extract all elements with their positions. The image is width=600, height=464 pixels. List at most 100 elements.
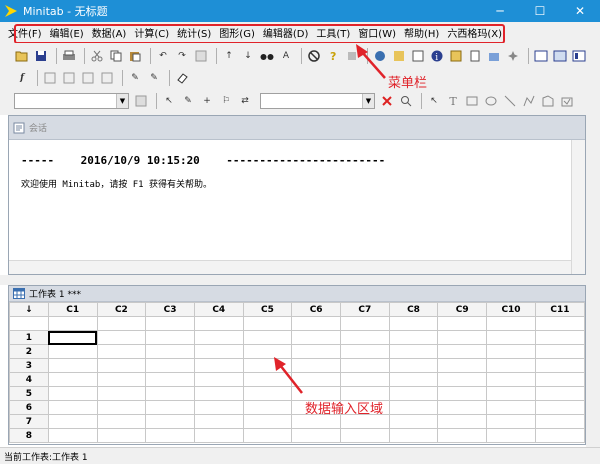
redo-icon[interactable]: ↷ xyxy=(174,48,190,64)
data-cell[interactable] xyxy=(193,400,244,415)
data-cell[interactable] xyxy=(96,386,147,401)
data-cell[interactable] xyxy=(193,414,244,429)
data-cell[interactable] xyxy=(486,344,536,359)
move-columns-icon[interactable] xyxy=(99,70,115,86)
polyline-tool-icon[interactable] xyxy=(521,93,537,109)
insert-columns-icon[interactable] xyxy=(80,70,96,86)
data-cell[interactable] xyxy=(96,344,147,359)
related-docs-icon[interactable] xyxy=(486,48,502,64)
data-cell[interactable] xyxy=(47,358,98,373)
column-name-cell[interactable] xyxy=(145,316,195,331)
close-button[interactable]: ✕ xyxy=(560,0,600,22)
data-cell[interactable] xyxy=(242,386,293,401)
data-cell[interactable] xyxy=(291,344,341,359)
column-name-cell[interactable] xyxy=(534,316,585,331)
show-session-icon[interactable] xyxy=(533,48,549,64)
report-pad-icon[interactable] xyxy=(467,48,483,64)
cut-icon[interactable] xyxy=(89,48,105,64)
data-cell[interactable] xyxy=(291,358,341,373)
show-worksheets-icon[interactable] xyxy=(552,48,568,64)
data-cell[interactable] xyxy=(486,400,536,415)
menu-help[interactable]: 帮助(H) xyxy=(400,25,443,40)
data-cell[interactable] xyxy=(145,386,195,401)
data-cell[interactable] xyxy=(145,358,195,373)
arrow-up-icon[interactable]: ↑ xyxy=(221,48,237,64)
column-name-cell[interactable] xyxy=(193,316,244,331)
data-cell[interactable] xyxy=(388,414,439,429)
row-header-8[interactable]: 8 xyxy=(9,428,49,443)
text-tool-icon[interactable]: T xyxy=(445,93,461,109)
data-cell[interactable] xyxy=(388,372,439,387)
project-manager-icon[interactable] xyxy=(391,48,407,64)
edit-graph-item-icon[interactable] xyxy=(133,93,149,109)
data-cell[interactable] xyxy=(534,344,585,359)
design-icon[interactable] xyxy=(505,48,521,64)
annotation-combo[interactable]: ▼ xyxy=(260,93,375,109)
row-header-7[interactable]: 7 xyxy=(9,414,49,429)
rectangle-tool-icon[interactable] xyxy=(464,93,480,109)
data-cell[interactable] xyxy=(242,400,293,415)
eraser-icon[interactable] xyxy=(174,70,190,86)
data-cell[interactable] xyxy=(437,372,488,387)
column-name-cell[interactable] xyxy=(437,316,488,331)
undo-icon[interactable]: ↶ xyxy=(155,48,171,64)
copy-icon[interactable] xyxy=(108,48,124,64)
data-cell[interactable] xyxy=(242,428,293,443)
menu-stat[interactable]: 统计(S) xyxy=(173,25,215,40)
data-cell[interactable] xyxy=(534,400,585,415)
row-header-1[interactable]: 1 xyxy=(9,330,49,345)
menu-six-sigma[interactable]: 六西格玛(X) xyxy=(443,25,506,40)
column-header-c7[interactable]: C7 xyxy=(339,302,390,317)
data-cell[interactable] xyxy=(339,358,390,373)
edit-last-dialog-icon[interactable] xyxy=(193,48,209,64)
data-cell[interactable] xyxy=(145,414,195,429)
menu-window[interactable]: 窗口(W) xyxy=(354,25,400,40)
data-cell[interactable] xyxy=(291,372,341,387)
data-cell[interactable] xyxy=(486,386,536,401)
open-icon[interactable] xyxy=(14,48,30,64)
crosshair-icon[interactable]: + xyxy=(199,93,215,109)
data-cell[interactable] xyxy=(242,344,293,359)
help-icon[interactable]: ? xyxy=(325,48,341,64)
data-cell[interactable] xyxy=(486,330,536,345)
column-header-c1[interactable]: C1 xyxy=(47,302,98,317)
cancel-icon[interactable] xyxy=(306,48,322,64)
column-name-cell[interactable] xyxy=(388,316,439,331)
data-cell[interactable] xyxy=(388,400,439,415)
save-icon[interactable] xyxy=(33,48,49,64)
show-graphs-icon[interactable] xyxy=(571,48,587,64)
minimize-button[interactable]: ─ xyxy=(480,0,520,22)
data-cell[interactable] xyxy=(486,428,536,443)
data-cell[interactable] xyxy=(242,358,293,373)
column-header-c10[interactable]: C10 xyxy=(486,302,536,317)
data-cell[interactable] xyxy=(96,400,147,415)
data-cell[interactable] xyxy=(534,358,585,373)
data-cell[interactable] xyxy=(437,428,488,443)
insert-cells-icon[interactable] xyxy=(42,70,58,86)
data-cell[interactable] xyxy=(193,330,244,345)
data-cell[interactable] xyxy=(96,428,147,443)
data-cell[interactable] xyxy=(47,428,98,443)
column-header-c3[interactable]: C3 xyxy=(145,302,195,317)
flag-icon[interactable]: ⚐ xyxy=(218,93,234,109)
set-id-variables-icon[interactable]: ✎ xyxy=(146,70,162,86)
zoom-icon[interactable] xyxy=(398,93,414,109)
session-window-icon[interactable] xyxy=(372,48,388,64)
column-name-cell[interactable] xyxy=(486,316,536,331)
data-cell[interactable] xyxy=(145,428,195,443)
brush-icon[interactable]: ✎ xyxy=(127,70,143,86)
data-cell[interactable] xyxy=(388,358,439,373)
data-cell[interactable] xyxy=(145,344,195,359)
data-cell[interactable] xyxy=(437,358,488,373)
data-cell[interactable] xyxy=(437,344,488,359)
data-cell[interactable] xyxy=(193,386,244,401)
ellipse-tool-icon[interactable] xyxy=(483,93,499,109)
annotation-select-icon[interactable]: ↖ xyxy=(426,93,442,109)
data-cell[interactable] xyxy=(145,372,195,387)
data-cell[interactable] xyxy=(339,428,390,443)
column-name-cell[interactable] xyxy=(291,316,341,331)
data-cell[interactable] xyxy=(339,372,390,387)
function-icon[interactable]: f xyxy=(14,70,30,86)
data-cell[interactable] xyxy=(388,428,439,443)
data-cell[interactable] xyxy=(534,372,585,387)
